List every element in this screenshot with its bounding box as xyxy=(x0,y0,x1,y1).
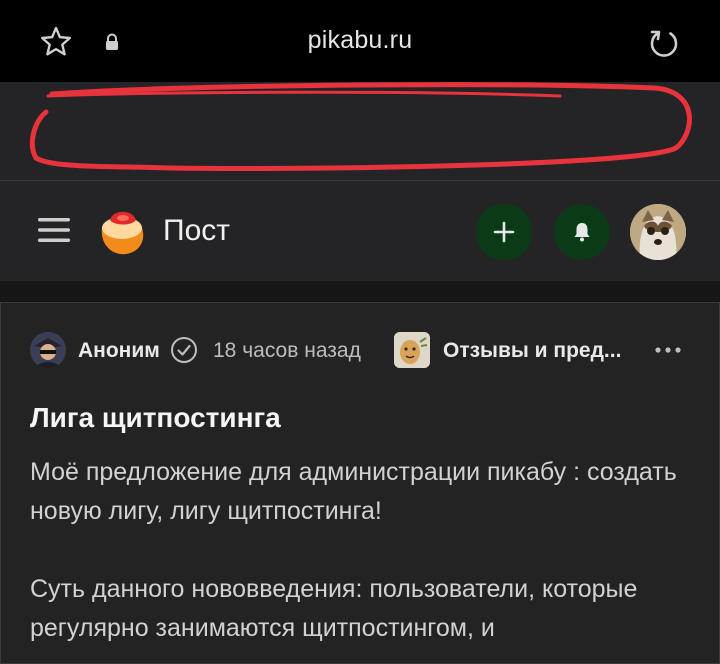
author-name[interactable]: Аноним xyxy=(78,339,160,363)
anonymous-avatar-icon xyxy=(30,332,66,368)
community-avatar[interactable] xyxy=(394,332,430,368)
community-logo-icon xyxy=(394,332,430,368)
ad-banner-area xyxy=(0,82,720,181)
post-body: Моё предложение для администрации пикабу… xyxy=(30,453,690,648)
hamburger-menu-icon[interactable] xyxy=(36,212,72,248)
reload-icon[interactable] xyxy=(646,25,682,61)
plus-icon xyxy=(493,221,515,243)
browser-url-bar: pikabu.ru xyxy=(0,0,720,82)
more-options-icon[interactable] xyxy=(654,346,682,354)
post-title[interactable]: Лига щитпостинга xyxy=(30,402,281,434)
notifications-button[interactable] xyxy=(554,204,610,260)
page-title: Пост xyxy=(163,214,230,247)
cat-avatar-image xyxy=(630,204,686,260)
pikabu-logo-icon[interactable] xyxy=(96,206,148,258)
section-divider xyxy=(0,281,720,302)
user-avatar[interactable] xyxy=(630,204,686,260)
post-paragraph: Суть данного нововведения: пользователи,… xyxy=(30,575,638,642)
verified-check-icon xyxy=(171,337,197,363)
add-post-button[interactable] xyxy=(476,204,532,260)
post-paragraph: Моё предложение для администрации пикабу… xyxy=(30,458,677,525)
url-text[interactable]: pikabu.ru xyxy=(0,26,720,55)
red-annotation-scribble xyxy=(29,82,692,171)
author-avatar[interactable] xyxy=(30,332,66,368)
post-timestamp: 18 часов назад xyxy=(213,339,361,362)
community-name[interactable]: Отзывы и пред... xyxy=(443,339,621,363)
bell-icon xyxy=(574,223,590,242)
